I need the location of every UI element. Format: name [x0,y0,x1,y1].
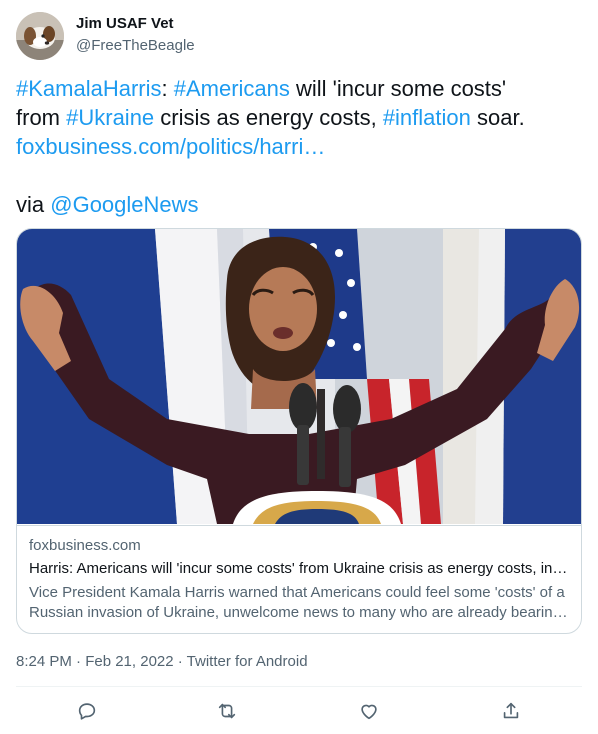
card-title: Harris: Americans will 'incur some costs… [29,560,568,577]
card-domain: foxbusiness.com [29,537,141,554]
tweet-text-line: from #Ukraine crisis as energy costs, #i… [16,103,582,132]
card-description-line: Vice President Kamala Harris warned that… [29,584,565,601]
divider [16,686,582,687]
beagle-avatar-icon [16,12,64,60]
tweet-text-segment: : [161,76,174,101]
hashtag-link[interactable]: #Americans [174,76,290,101]
tweet-text: #KamalaHarris: #Americans will 'incur so… [16,74,582,219]
author-handle[interactable]: @FreeTheBeagle [76,37,195,54]
retweet-icon[interactable] [216,700,238,722]
like-icon[interactable] [358,700,380,722]
tweet-text-line: #KamalaHarris: #Americans will 'incur so… [16,74,582,103]
link-preview-card[interactable]: foxbusiness.com Harris: Americans will '… [16,228,582,634]
hashtag-link[interactable]: #Ukraine [66,105,154,130]
tweet-text-line [16,161,582,190]
card-description: Vice President Kamala Harris warned that… [29,583,569,623]
author-display-name[interactable]: Jim USAF Vet [76,15,174,32]
tweet-text-segment: will 'incur some costs' [289,76,507,101]
hashtag-link[interactable]: #inflation [383,105,471,130]
card-description-line: Russian invasion of Ukraine, unwelcome n… [29,604,569,621]
tweet-text-segment: from [16,105,67,130]
share-icon[interactable] [500,700,522,722]
tweet-text-line: via @GoogleNews [16,190,582,219]
reply-icon[interactable] [76,700,98,722]
hashtag-link[interactable]: #KamalaHarris [16,76,162,101]
tweet-text-line: foxbusiness.com/politics/harri… [16,132,582,161]
card-image[interactable] [17,229,581,524]
url-link[interactable]: foxbusiness.com/politics/harri… [16,134,325,159]
tweet-text-segment: crisis as energy costs, [154,105,383,130]
tweet-timestamp[interactable]: 8:24 PM · Feb 21, 2022 · Twitter for And… [16,653,308,670]
tweet-actions [0,696,598,726]
card-meta[interactable]: foxbusiness.com Harris: Americans will '… [17,525,581,633]
avatar[interactable] [16,12,64,60]
tweet-text-segment: soar. [470,105,525,130]
tweet-text-segment: via [16,192,51,217]
mention-link[interactable]: @GoogleNews [50,192,198,217]
